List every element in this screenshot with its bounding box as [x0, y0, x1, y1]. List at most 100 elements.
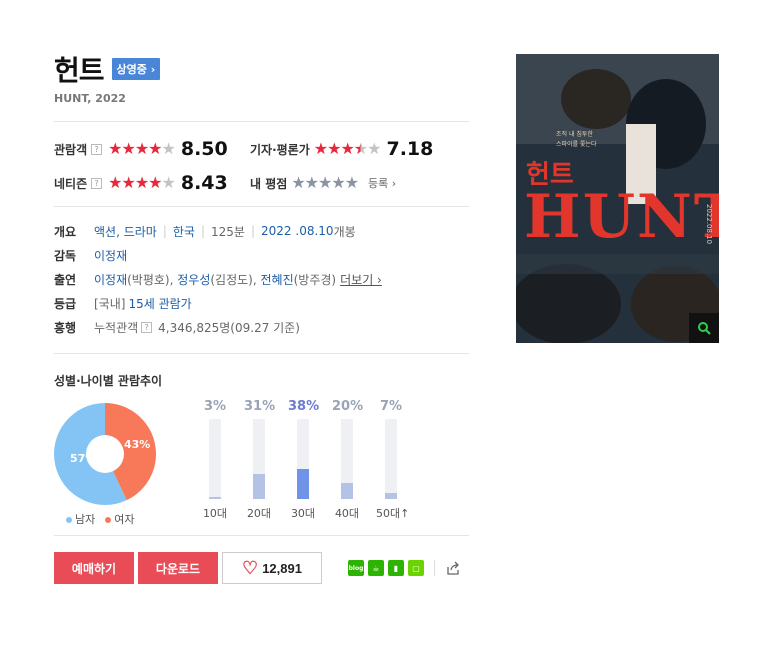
poster-tagline: 조직 내 침투한 스파이를 쫓는다: [556, 131, 597, 148]
age-bar-fill: [209, 497, 221, 499]
audience-rating: 관람객 ? ★★★★★ 8.50: [54, 138, 250, 160]
my-rating-label: 내 평점: [250, 176, 288, 191]
release-date-link[interactable]: 2022 .08.10: [261, 224, 334, 238]
age-bar-value: 7%: [379, 399, 403, 414]
movie-title: 헌트: [54, 54, 105, 87]
grade-key: 등급: [54, 296, 77, 311]
age-bar-label: 10대: [202, 507, 228, 520]
critics-stars: ★★★★★: [313, 139, 382, 158]
my-rating: 내 평점 ★★★★★ 등록 ›: [250, 175, 396, 192]
action-bar: 예매하기 다운로드 ♡ 12,891 blog ☕ ▮ ▢: [54, 552, 469, 584]
age-bar-value: 31%: [244, 399, 276, 414]
grade-prefix: [국내]: [94, 296, 126, 311]
register-rating-link[interactable]: 등록 ›: [368, 175, 396, 191]
divider: [54, 206, 469, 207]
age-bar-value: 3%: [203, 399, 227, 414]
like-button[interactable]: ♡ 12,891: [222, 552, 322, 584]
netizen-rating-label: 네티즌: [54, 176, 88, 191]
bookmark-icon[interactable]: ▮: [388, 560, 404, 576]
cumulative-audience: 4,346,825명: [158, 320, 231, 335]
age-bar-fill: [253, 474, 265, 499]
audience-trend-title: 성별·나이별 관람추이: [54, 374, 163, 388]
divider: [54, 121, 469, 122]
memo-icon[interactable]: ▢: [408, 560, 424, 576]
age-bar-value: 20%: [332, 399, 364, 414]
actor-role: (방주경): [293, 272, 337, 287]
age-bar-chart: 3% 10대 31% 20대 38% 30대 20% 40대 7% 50대↑: [200, 399, 415, 539]
age-bar-fill: [297, 469, 309, 499]
age-bar-2: 31% 20대: [244, 399, 276, 521]
poster-date: 2022.08.10: [705, 204, 713, 245]
netizen-stars: ★★★★★: [108, 173, 176, 192]
age-bar-3: 38% 30대: [288, 399, 320, 521]
share-bar: blog ☕ ▮ ▢: [348, 560, 461, 576]
movie-subtitle: HUNT, 2022: [54, 92, 126, 105]
now-showing-badge[interactable]: 상영중 ›: [111, 58, 161, 80]
age-bar-fill: [385, 493, 397, 499]
overview-key: 개요: [54, 224, 77, 239]
age-bar-5: 7% 50대↑: [376, 399, 410, 521]
age-bar-label: 30대: [290, 507, 316, 520]
netizen-rating: 네티즌 ? ★★★★★ 8.43: [54, 172, 250, 194]
magnifier-icon: [698, 322, 711, 335]
critics-rating-label: 기자·평론가: [250, 142, 310, 157]
gender-pie-chart: 57% 43%: [54, 403, 156, 505]
movie-poster[interactable]: 조직 내 침투한 스파이를 쫓는다 헌트 HUNT 2022.08.10: [516, 54, 719, 343]
help-icon[interactable]: ?: [91, 177, 103, 189]
gender-legend: 남자 여자: [66, 511, 135, 527]
my-rating-stars[interactable]: ★★★★★: [291, 175, 359, 191]
genre-link[interactable]: 액션, 드라마: [94, 223, 157, 240]
divider: [54, 353, 469, 354]
age-bar-1: 3% 10대: [200, 399, 230, 521]
actor-role: (김정도),: [210, 272, 261, 287]
blog-icon[interactable]: blog: [348, 560, 364, 576]
poster-title-english: HUNT: [524, 182, 719, 252]
cast-key: 출연: [54, 272, 77, 287]
actor-link[interactable]: 이정재: [94, 271, 127, 288]
movie-info-panel: 헌트 상영중 › HUNT, 2022 관람객 ? ★★★★★ 8.50 기자·…: [54, 52, 469, 584]
ratings-section: 관람객 ? ★★★★★ 8.50 기자·평론가 ★★★★★ 7.18 네티즌 ?…: [54, 138, 469, 194]
help-icon[interactable]: ?: [141, 321, 153, 333]
netizen-score: 8.43: [180, 172, 228, 194]
cumulative-date: (09.27 기준): [230, 320, 300, 335]
age-bar-value: 38%: [288, 399, 320, 414]
critics-rating: 기자·평론가 ★★★★★ 7.18: [250, 138, 433, 160]
age-bar-track: [385, 419, 397, 499]
download-button[interactable]: 다운로드: [138, 552, 218, 584]
actor-link[interactable]: 정우성: [177, 271, 210, 288]
audience-rating-label: 관람객: [54, 142, 88, 157]
age-bar-label: 20대: [246, 507, 272, 520]
movie-details: 개요 액션, 드라마 | 한국 | 125분 | 2022 .08.10 개봉 …: [54, 223, 382, 335]
actor-role: (박평호),: [127, 272, 178, 287]
reserve-button[interactable]: 예매하기: [54, 552, 134, 584]
divider: [434, 560, 435, 576]
age-bar-track: [209, 419, 221, 499]
boxoffice-key: 흥행: [54, 320, 77, 335]
cumulative-label: 누적관객: [94, 320, 139, 335]
pie-label-female: 43%: [124, 438, 150, 451]
audience-stars: ★★★★★: [108, 139, 176, 158]
audience-score: 8.50: [180, 138, 228, 160]
zoom-button[interactable]: [689, 313, 719, 343]
pie-label-male: 57%: [70, 452, 96, 465]
age-bar-track: [297, 419, 309, 499]
age-bar-label: 50대↑: [376, 507, 410, 520]
cafe-icon[interactable]: ☕: [368, 560, 384, 576]
cast-more-link[interactable]: 더보기 ›: [340, 271, 382, 288]
actor-link[interactable]: 전혜진: [261, 271, 294, 288]
age-bar-track: [253, 419, 265, 499]
director-link[interactable]: 이정재: [94, 247, 127, 264]
age-bar-label: 40대: [334, 507, 360, 520]
legend-male: 남자: [66, 511, 95, 527]
help-icon[interactable]: ?: [91, 143, 103, 155]
like-count: 12,891: [262, 560, 302, 576]
age-bar-4: 20% 40대: [332, 399, 364, 521]
director-key: 감독: [54, 248, 77, 263]
heart-icon: ♡: [242, 558, 259, 578]
grade-link[interactable]: 15세 관람가: [128, 295, 191, 312]
country-link[interactable]: 한국: [173, 223, 195, 240]
critics-score: 7.18: [386, 138, 434, 160]
age-bar-fill: [341, 483, 353, 499]
share-icon[interactable]: [445, 560, 461, 576]
legend-female: 여자: [105, 511, 135, 527]
